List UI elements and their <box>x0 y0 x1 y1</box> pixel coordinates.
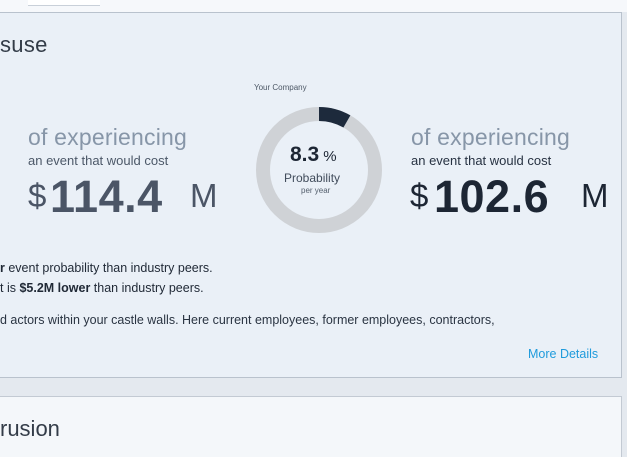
right-unit: M <box>581 177 609 214</box>
per-year-caption: per year <box>301 186 331 195</box>
right-cost-caption: an event that would cost <box>411 153 552 168</box>
left-unit: M <box>190 177 218 214</box>
tab-partial[interactable] <box>28 0 100 6</box>
top-strip <box>0 0 627 12</box>
left-cost-caption: an event that would cost <box>28 153 169 168</box>
line1-text: event probability than industry peers. <box>4 261 213 275</box>
more-details-link[interactable]: More Details <box>528 347 598 361</box>
probability-caption: Probability <box>284 171 341 185</box>
probability-number: 8.3 <box>290 143 320 166</box>
line2-prefix: t is <box>0 281 20 295</box>
intrusion-card[interactable] <box>0 396 622 457</box>
right-amount: 102.6 <box>434 171 550 222</box>
probability-donut <box>256 107 382 233</box>
probability-value: 8.3% <box>290 143 337 167</box>
card-title: suse <box>0 32 48 57</box>
donut-track <box>256 107 382 233</box>
left-of-experiencing: of experiencing <box>28 124 187 150</box>
comparison-line-2: t is $5.2M lower than industry peers. <box>0 281 204 295</box>
percent-sign: % <box>323 148 337 165</box>
left-amount: 114.4 <box>50 171 163 222</box>
left-ring-partial <box>0 146 8 202</box>
line2-suffix: than industry peers. <box>90 281 204 295</box>
your-company-label: Your Company <box>254 83 307 92</box>
right-of-experiencing: of experiencing <box>411 124 570 150</box>
description-text: d actors within your castle walls. Here … <box>0 313 495 327</box>
intrusion-card-title: rusion <box>0 416 60 441</box>
right-currency: $ <box>410 177 429 214</box>
left-currency: $ <box>28 177 47 214</box>
comparison-line-1: r event probability than industry peers. <box>0 261 213 275</box>
line2-bold: $5.2M lower <box>19 281 91 295</box>
